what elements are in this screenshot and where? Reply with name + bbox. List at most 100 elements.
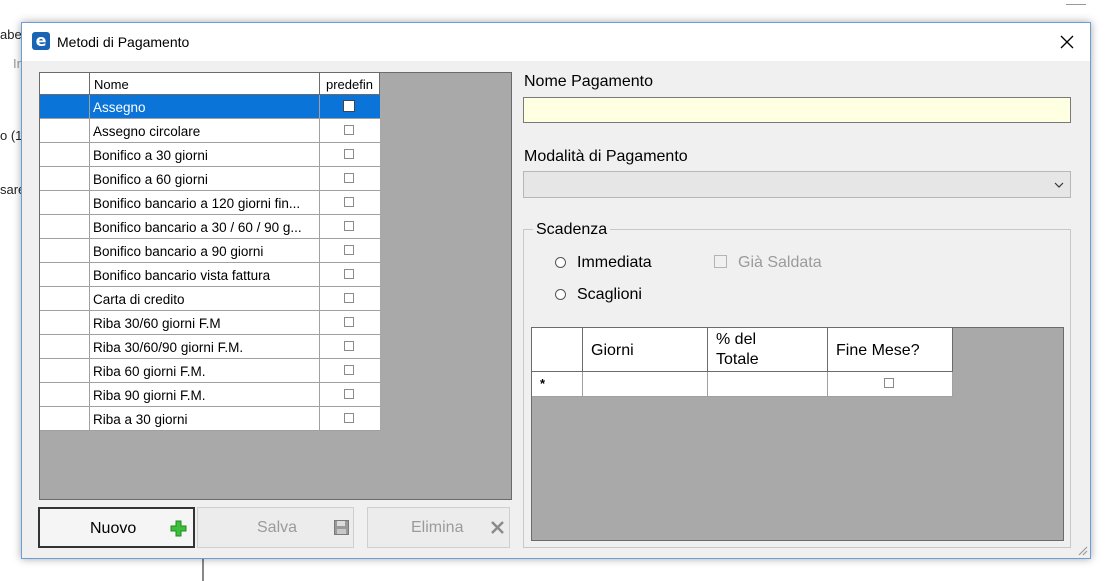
close-button[interactable] <box>1045 27 1089 57</box>
chevron-down-icon <box>1054 182 1064 188</box>
cell-predefinito[interactable] <box>320 239 380 263</box>
nome-pagamento-label: Nome Pagamento <box>524 73 653 90</box>
cell-predefinito[interactable] <box>320 191 380 215</box>
nuovo-button[interactable]: Nuovo <box>38 507 195 548</box>
row-header[interactable] <box>40 287 90 311</box>
column-header-nome[interactable]: Nome <box>90 73 320 95</box>
row-header[interactable] <box>40 215 90 239</box>
new-row-giorni-cell[interactable] <box>583 372 708 397</box>
predefinito-checkbox[interactable] <box>344 221 354 231</box>
row-header[interactable] <box>40 407 90 431</box>
grid-corner <box>40 73 90 95</box>
predefinito-checkbox[interactable] <box>344 365 354 375</box>
fine-mese-checkbox[interactable] <box>884 378 894 388</box>
cell-predefinito[interactable] <box>320 383 380 407</box>
row-header[interactable] <box>40 143 90 167</box>
fine-mese-header-text: Fine Mese? <box>836 342 920 359</box>
scaglioni-radio[interactable] <box>555 289 566 300</box>
delete-icon <box>491 521 504 534</box>
predefinito-checkbox[interactable] <box>344 173 354 183</box>
cell-predefinito[interactable] <box>320 335 380 359</box>
row-header[interactable] <box>40 167 90 191</box>
predefinito-checkbox[interactable] <box>344 245 354 255</box>
cell-nome[interactable]: Bonifico a 60 giorni <box>90 167 320 191</box>
row-header[interactable] <box>40 359 90 383</box>
elimina-button[interactable]: Elimina <box>367 507 510 548</box>
modalita-pagamento-label: Modalità di Pagamento <box>524 148 688 165</box>
predefinito-checkbox[interactable] <box>344 413 354 423</box>
row-header[interactable] <box>40 191 90 215</box>
cell-nome[interactable]: Carta di credito <box>90 287 320 311</box>
predefinito-checkbox[interactable] <box>343 100 355 112</box>
column-header-fine-mese[interactable]: Fine Mese? <box>828 328 953 372</box>
cell-nome[interactable]: Assegno <box>90 95 320 119</box>
immediata-label[interactable]: Immediata <box>577 254 652 272</box>
cell-nome[interactable]: Bonifico bancario a 120 giorni fin... <box>90 191 320 215</box>
close-icon <box>1060 35 1074 49</box>
row-header[interactable] <box>40 95 90 119</box>
scaglioni-label[interactable]: Scaglioni <box>577 286 642 304</box>
row-header[interactable] <box>40 383 90 407</box>
new-row-percent-cell[interactable] <box>708 372 828 397</box>
cell-nome[interactable]: Riba 30/60 giorni F.M <box>90 311 320 335</box>
cell-nome[interactable]: Riba a 30 giorni <box>90 407 320 431</box>
cell-nome[interactable]: Bonifico a 30 giorni <box>90 143 320 167</box>
modalita-pagamento-select[interactable] <box>523 171 1071 198</box>
gia-saldata-label: Già Saldata <box>738 254 822 271</box>
salva-button[interactable]: Salva <box>197 507 354 548</box>
payment-methods-grid[interactable]: Nome predefin Assegno Assegno circolare Bo… <box>39 72 512 500</box>
new-row-marker: * <box>540 376 546 391</box>
cell-predefinito[interactable] <box>320 407 380 431</box>
cell-predefinito[interactable] <box>320 311 380 335</box>
row-header[interactable] <box>40 335 90 359</box>
immediata-radio[interactable] <box>555 257 566 268</box>
window-title: Metodi di Pagamento <box>57 34 190 50</box>
row-header[interactable] <box>40 119 90 143</box>
cell-predefinito[interactable] <box>320 359 380 383</box>
cell-predefinito[interactable] <box>320 143 380 167</box>
resize-grip-icon[interactable] <box>1076 544 1088 556</box>
predefinito-checkbox[interactable] <box>344 125 354 135</box>
column-header-predefinito[interactable]: predefin <box>320 73 380 95</box>
row-header[interactable] <box>40 239 90 263</box>
new-row-header[interactable]: * <box>532 372 583 397</box>
cell-nome[interactable]: Assegno circolare <box>90 119 320 143</box>
percent-header-line2: Totale <box>716 351 759 368</box>
predefinito-checkbox[interactable] <box>344 341 354 351</box>
cell-nome[interactable]: Bonifico bancario a 30 / 60 / 90 g... <box>90 215 320 239</box>
row-header[interactable] <box>40 263 90 287</box>
cell-predefinito[interactable] <box>320 215 380 239</box>
column-header-giorni[interactable]: Giorni <box>583 328 708 372</box>
column-header-percentuale[interactable]: % del Totale <box>708 328 828 372</box>
row-header[interactable] <box>40 311 90 335</box>
cell-nome[interactable]: Bonifico bancario vista fattura <box>90 263 320 287</box>
scadenze-grid[interactable]: Giorni % del Totale Fine Mese? * <box>531 327 1064 541</box>
cell-nome[interactable]: Riba 60 giorni F.M. <box>90 359 320 383</box>
predefinito-checkbox[interactable] <box>344 149 354 159</box>
predefinito-checkbox[interactable] <box>344 317 354 327</box>
add-icon <box>170 520 187 537</box>
predefinito-checkbox[interactable] <box>344 269 354 279</box>
predefinito-checkbox[interactable] <box>344 293 354 303</box>
cell-predefinito[interactable] <box>320 119 380 143</box>
predefinito-checkbox[interactable] <box>344 197 354 207</box>
percent-header-line1: % del <box>716 331 757 348</box>
cell-nome[interactable]: Riba 30/60/90 giorni F.M. <box>90 335 320 359</box>
bg-fragment: o (1 <box>0 128 23 143</box>
title-bar[interactable]: e Metodi di Pagamento <box>22 23 1090 61</box>
save-icon <box>334 520 349 535</box>
app-e-icon: e <box>32 32 50 50</box>
cell-predefinito[interactable] <box>320 95 380 119</box>
cell-nome[interactable]: Bonifico bancario a 90 giorni <box>90 239 320 263</box>
giorni-header-text: Giorni <box>591 342 634 359</box>
gia-saldata-checkbox[interactable] <box>714 255 727 268</box>
scadenza-title: Scadenza <box>533 221 611 239</box>
cell-predefinito[interactable] <box>320 287 380 311</box>
cell-predefinito[interactable] <box>320 167 380 191</box>
nome-pagamento-input[interactable] <box>523 97 1071 123</box>
cell-predefinito[interactable] <box>320 263 380 287</box>
bg-fragment: abe <box>0 27 22 42</box>
predefinito-checkbox[interactable] <box>344 389 354 399</box>
new-row-fine-mese-cell[interactable] <box>828 372 953 397</box>
cell-nome[interactable]: Riba 90 giorni F.M. <box>90 383 320 407</box>
